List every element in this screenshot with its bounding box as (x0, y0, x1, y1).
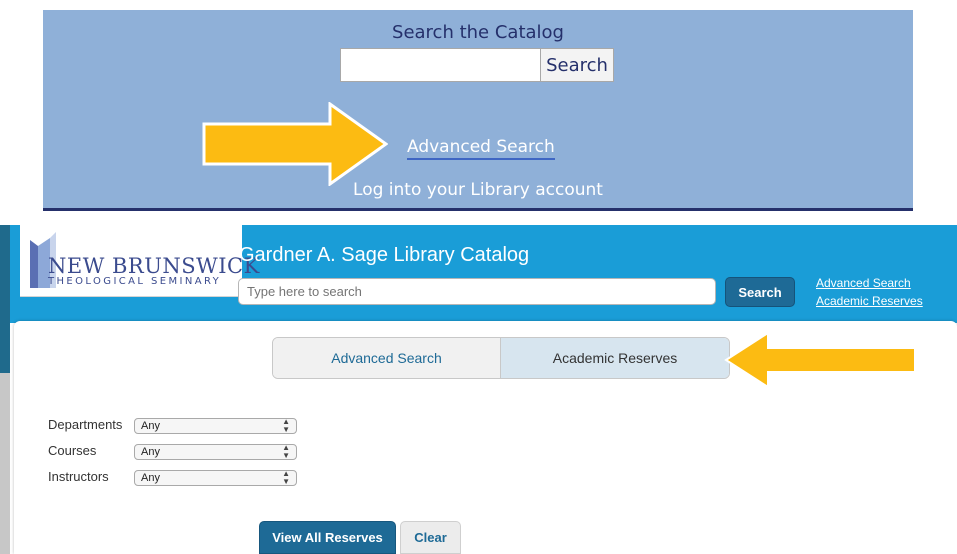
logo-text-primary: NEW BRUNSWICK (48, 254, 260, 278)
instructors-select-value: Any (141, 472, 160, 484)
reserves-content-card: Advanced Search Academic Reserves Depart… (14, 321, 957, 554)
catalog-search-panel: Search the Catalog Search Advanced Searc… (43, 10, 913, 211)
left-arrow-icon (724, 331, 916, 389)
departments-label: Departments (48, 417, 123, 432)
library-login-link[interactable]: Log into your Library account (43, 180, 913, 200)
seminary-logo[interactable]: NEW BRUNSWICK THEOLOGICAL SEMINARY (20, 225, 259, 297)
tab-advanced-search[interactable]: Advanced Search (273, 338, 501, 378)
right-arrow-icon (202, 102, 388, 186)
tab-academic-reserves[interactable]: Academic Reserves (501, 338, 729, 378)
clear-button[interactable]: Clear (400, 521, 461, 554)
header-academic-reserves-link[interactable]: Academic Reserves (816, 294, 923, 308)
select-arrows-icon: ▲ ▼ (282, 443, 290, 460)
courses-label: Courses (48, 443, 97, 458)
logo-text-secondary: THEOLOGICAL SEMINARY (48, 276, 222, 287)
catalog-search-input[interactable] (238, 278, 716, 305)
courses-select[interactable]: Any ▲ ▼ (134, 444, 297, 460)
side-strip (0, 225, 10, 373)
search-mode-tabs: Advanced Search Academic Reserves (272, 337, 730, 379)
catalog-title: Gardner A. Sage Library Catalog (239, 244, 530, 266)
instructors-label: Instructors (48, 469, 109, 484)
panel-search-input[interactable] (340, 48, 541, 82)
panel-search-button[interactable]: Search (540, 48, 614, 82)
departments-select[interactable]: Any ▲ ▼ (134, 418, 297, 434)
view-all-reserves-button[interactable]: View All Reserves (259, 521, 396, 554)
panel-title: Search the Catalog (392, 22, 564, 43)
select-arrows-icon: ▲ ▼ (282, 469, 290, 486)
departments-select-value: Any (141, 420, 160, 432)
select-arrows-icon: ▲ ▼ (282, 417, 290, 434)
panel-advanced-search-link[interactable]: Advanced Search (407, 137, 555, 160)
courses-select-value: Any (141, 446, 160, 458)
catalog-header: NEW BRUNSWICK THEOLOGICAL SEMINARY Gardn… (10, 225, 957, 323)
instructors-select[interactable]: Any ▲ ▼ (134, 470, 297, 486)
side-strip (0, 373, 10, 554)
header-advanced-search-link[interactable]: Advanced Search (816, 276, 911, 290)
catalog-search-button[interactable]: Search (725, 277, 795, 307)
